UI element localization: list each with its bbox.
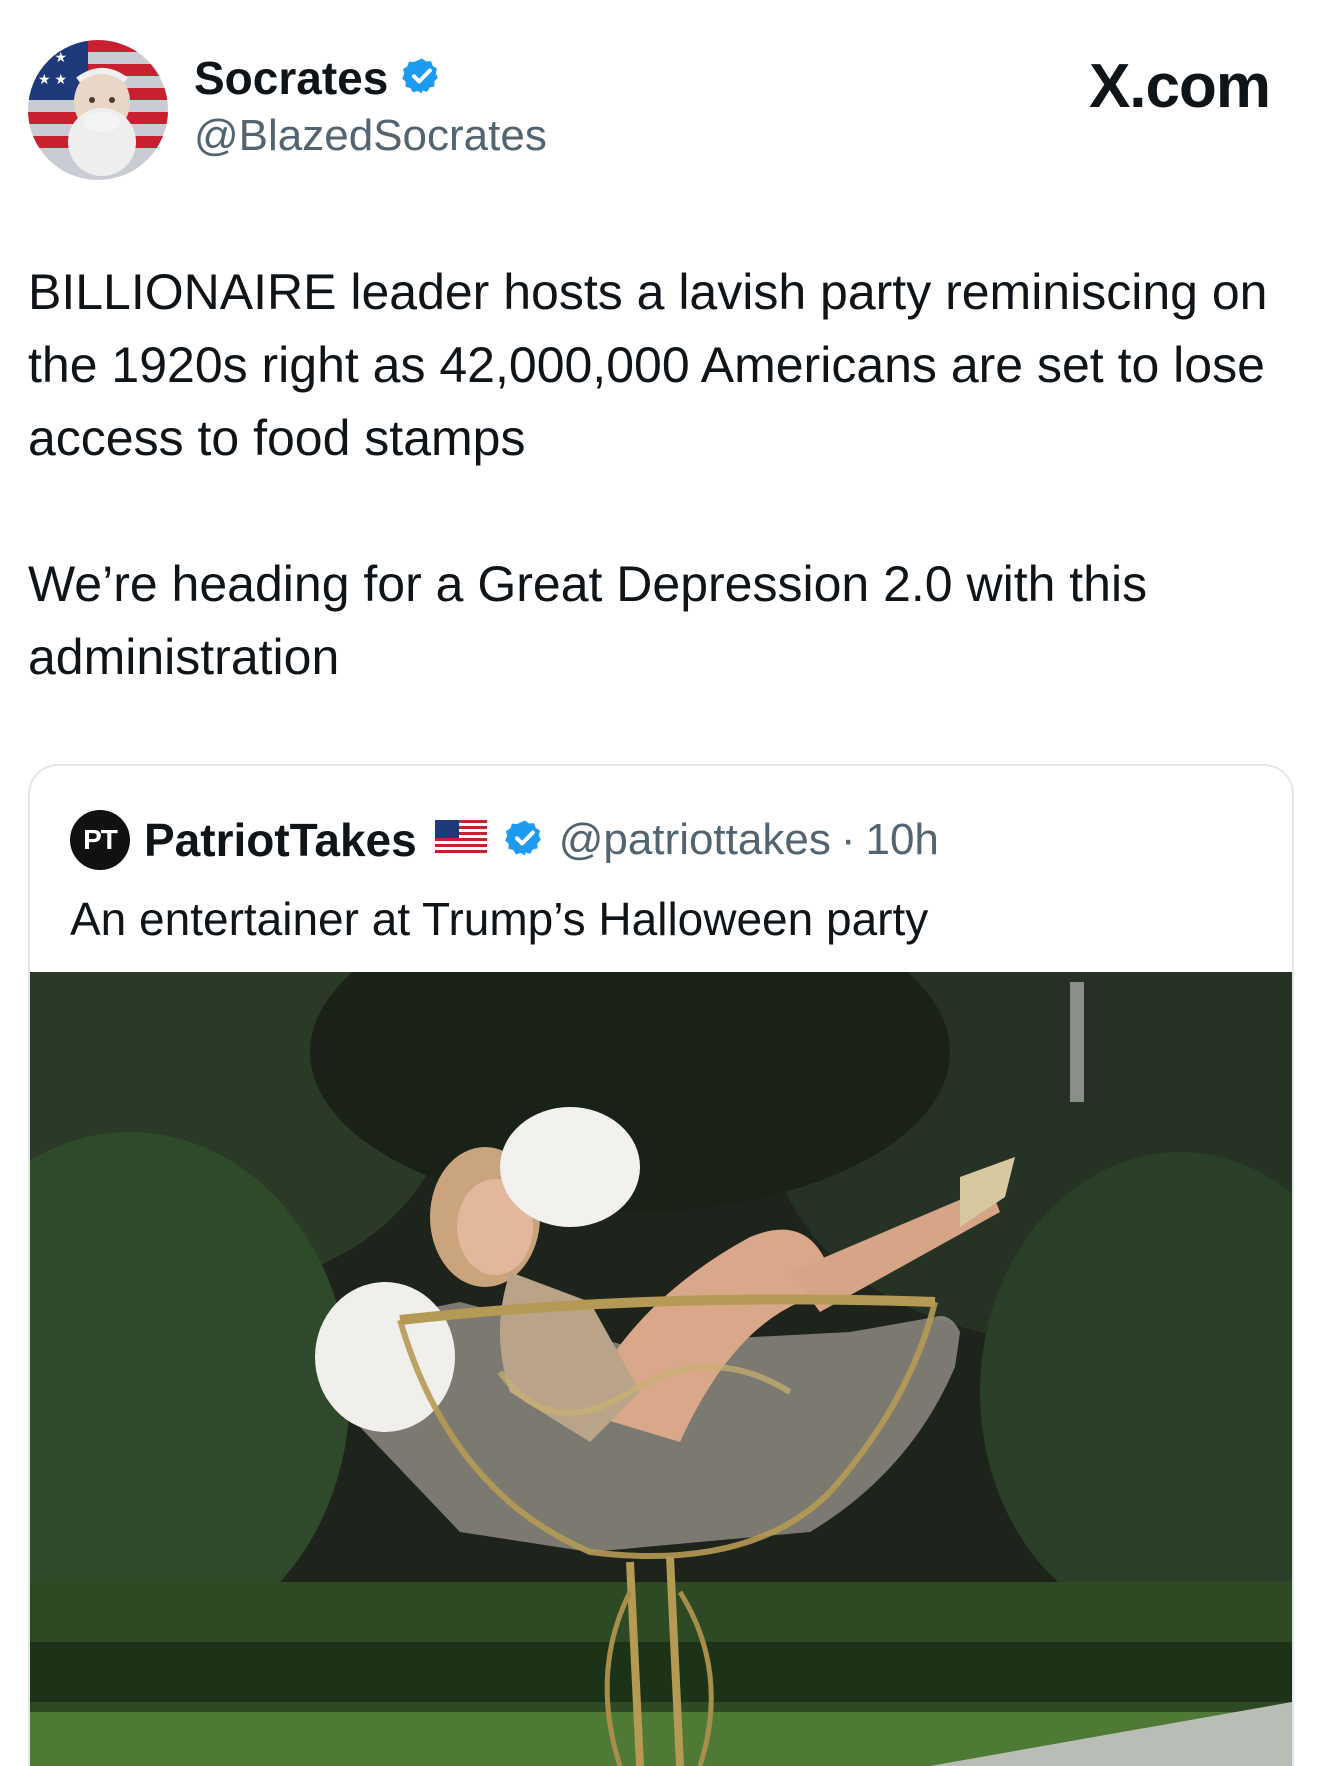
separator-dot: ·: [840, 815, 856, 864]
quoted-tweet-text: An entertainer at Trump’s Halloween part…: [70, 893, 929, 945]
quoted-timestamp[interactable]: 10h: [865, 815, 938, 865]
tweet-paragraph: We’re heading for a Great Depression 2.0…: [28, 556, 1148, 685]
quoted-author-name[interactable]: PatriotTakes: [144, 813, 417, 867]
patriottakes-avatar[interactable]: PT: [70, 810, 130, 870]
author-avatar[interactable]: ★ ★ ★ ★: [28, 40, 168, 180]
tweet-paragraph: BILLIONAIRE leader hosts a lavish party …: [28, 264, 1268, 466]
us-flag-icon: [434, 819, 487, 861]
quoted-tweet-card[interactable]: PT PatriotTakes @patriottakes · 10h An e…: [28, 764, 1294, 1766]
party-photo: [30, 892, 1292, 1766]
x-logo-watermark: X.com: [1088, 52, 1271, 121]
author-name[interactable]: Socrates: [194, 50, 388, 106]
quoted-media-image[interactable]: [30, 892, 1292, 1766]
quoted-author-handle[interactable]: @patriottakes: [559, 815, 831, 865]
tweet-body: BILLIONAIRE leader hosts a lavish party …: [28, 256, 1298, 694]
quoted-tweet-header: PT PatriotTakes @patriottakes · 10h: [70, 810, 939, 870]
svg-text:★ ★: ★ ★: [38, 49, 67, 65]
author-info: Socrates @BlazedSocrates: [194, 50, 547, 164]
verified-badge-icon: [402, 56, 442, 101]
socrates-avatar-image: ★ ★ ★ ★: [28, 40, 168, 180]
svg-text:★ ★: ★ ★: [38, 71, 67, 87]
author-handle[interactable]: @BlazedSocrates: [194, 108, 547, 164]
verified-badge-icon: [504, 818, 545, 863]
